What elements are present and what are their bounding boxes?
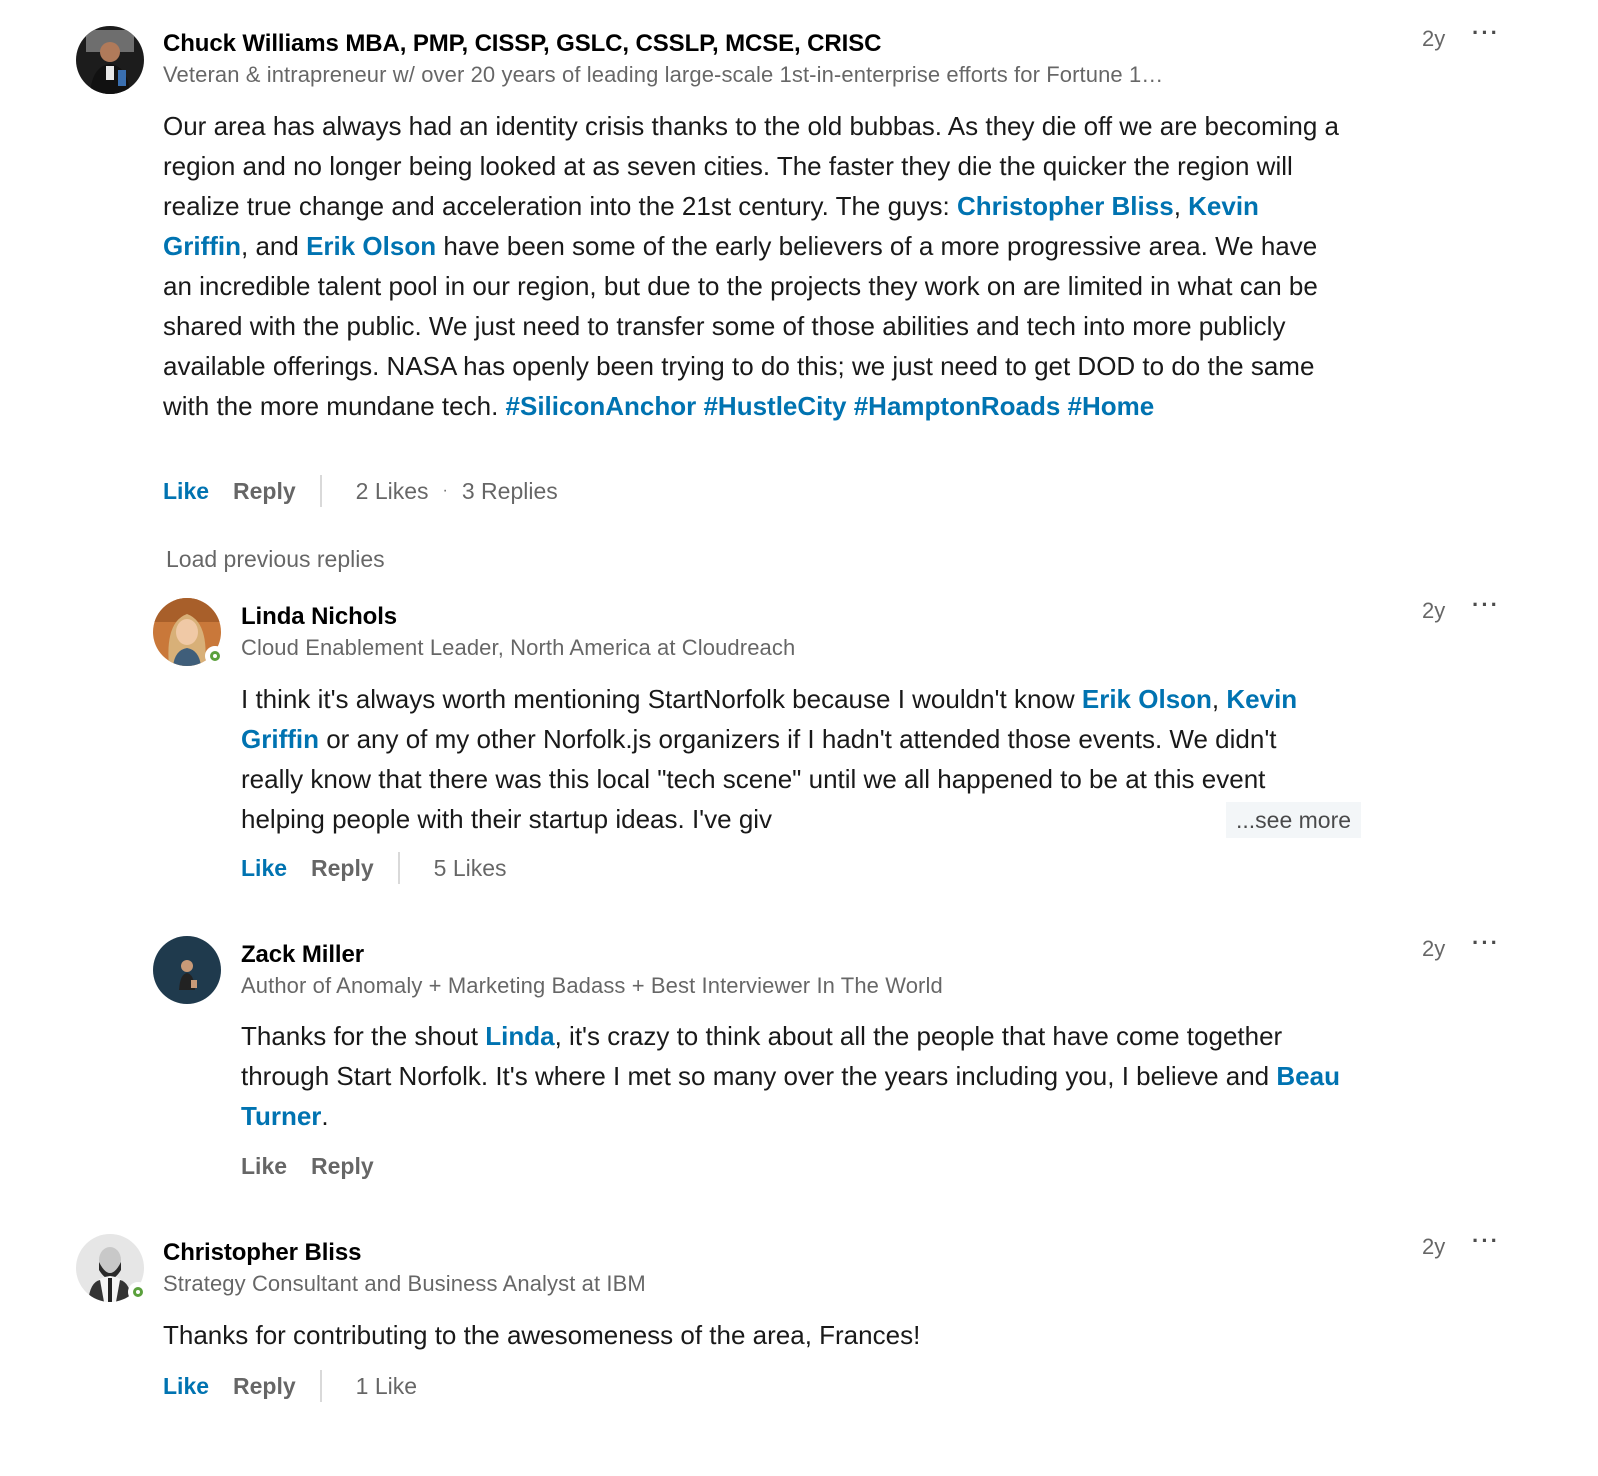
- like-button[interactable]: Like: [241, 855, 287, 882]
- comment-actions: Like Reply 2 Likes · 3 Replies: [163, 474, 558, 508]
- avatar-photo: [153, 936, 221, 1004]
- author-name[interactable]: Zack Miller: [241, 941, 364, 969]
- author-headline: Author of Anomaly + Marketing Badass + B…: [241, 973, 943, 998]
- load-previous-replies[interactable]: Load previous replies: [166, 546, 385, 573]
- more-options-icon[interactable]: ···: [1472, 1228, 1500, 1254]
- author-headline: Strategy Consultant and Business Analyst…: [163, 1271, 646, 1296]
- comment-body: Thanks for the shout Linda, it's crazy t…: [241, 1016, 1341, 1136]
- avatar-photo: [76, 26, 144, 94]
- timestamp: 2y: [1422, 936, 1446, 961]
- author-name[interactable]: Chuck Williams MBA, PMP, CISSP, GSLC, CS…: [163, 30, 881, 58]
- mention-link[interactable]: Christopher Bliss: [957, 191, 1174, 221]
- likes-count[interactable]: 5 Likes: [434, 855, 507, 882]
- author-name[interactable]: Christopher Bliss: [163, 1239, 361, 1267]
- divider: [319, 1370, 322, 1402]
- comment-body: I think it's always worth mentioning Sta…: [241, 679, 1341, 839]
- comment-actions: Like Reply: [241, 1149, 374, 1183]
- like-button[interactable]: Like: [163, 478, 209, 505]
- author-headline: Cloud Enablement Leader, North America a…: [241, 635, 796, 660]
- reply-button[interactable]: Reply: [311, 855, 374, 882]
- comment-body: Our area has always had an identity cris…: [163, 106, 1343, 426]
- timestamp: 2y: [1422, 1234, 1446, 1259]
- replies-count[interactable]: 3 Replies: [462, 478, 558, 505]
- comment-text: Thanks for the shout: [241, 1021, 486, 1051]
- hashtag-links[interactable]: #SiliconAnchor #HustleCity #HamptonRoads…: [506, 391, 1155, 421]
- likes-count[interactable]: 2 Likes: [356, 478, 429, 505]
- divider: [397, 852, 400, 884]
- comment-text: ,: [1173, 191, 1189, 221]
- like-button[interactable]: Like: [241, 1153, 287, 1180]
- mention-link[interactable]: Linda: [485, 1021, 554, 1051]
- author-headline: Veteran & intrapreneur w/ over 20 years …: [163, 62, 1164, 87]
- comment-text: Thanks for contributing to the awesomene…: [163, 1320, 921, 1350]
- author-name[interactable]: Linda Nichols: [241, 603, 397, 631]
- comment-text: , and: [241, 231, 307, 261]
- divider: [319, 475, 322, 507]
- comment-text: I think it's always worth mentioning Sta…: [241, 684, 1082, 714]
- comment-actions: Like Reply 1 Like: [163, 1369, 417, 1403]
- online-status-icon: [205, 646, 225, 666]
- separator-dot: ·: [442, 482, 448, 499]
- see-more-button[interactable]: ...see more: [1226, 802, 1362, 838]
- likes-count[interactable]: 1 Like: [356, 1373, 417, 1400]
- reply-button[interactable]: Reply: [311, 1153, 374, 1180]
- comment-body: Thanks for contributing to the awesomene…: [163, 1315, 1353, 1355]
- more-options-icon[interactable]: ···: [1472, 592, 1500, 618]
- avatar[interactable]: [76, 26, 144, 94]
- timestamp: 2y: [1422, 26, 1446, 51]
- timestamp: 2y: [1422, 598, 1446, 623]
- reply-button[interactable]: Reply: [233, 1373, 296, 1400]
- comment-text: or any of my other Norfolk.js organizers…: [241, 724, 1277, 834]
- more-options-icon[interactable]: ···: [1472, 20, 1500, 46]
- online-status-icon: [128, 1282, 148, 1302]
- avatar[interactable]: [76, 1234, 148, 1302]
- comment-text: ,: [1211, 684, 1227, 714]
- comment-text: .: [321, 1101, 329, 1131]
- avatar[interactable]: [153, 598, 225, 666]
- comment-actions: Like Reply 5 Likes: [241, 851, 507, 885]
- mention-link[interactable]: Erik Olson: [306, 231, 436, 261]
- like-button[interactable]: Like: [163, 1373, 209, 1400]
- mention-link[interactable]: Erik Olson: [1082, 684, 1212, 714]
- avatar[interactable]: [153, 936, 221, 1004]
- reply-button[interactable]: Reply: [233, 478, 296, 505]
- more-options-icon[interactable]: ···: [1472, 930, 1500, 956]
